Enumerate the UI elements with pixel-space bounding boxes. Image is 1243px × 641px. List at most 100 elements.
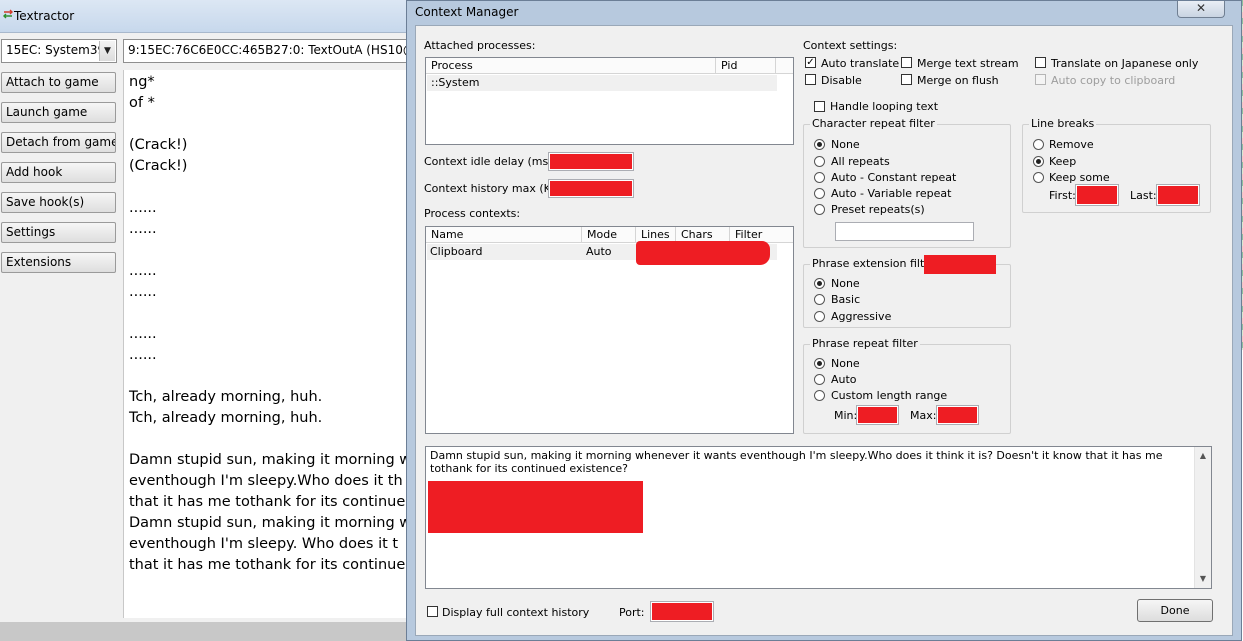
text-line: ...... [129,221,157,237]
redaction-mark [550,181,632,196]
save-hooks-button[interactable]: Save hook(s) [1,192,116,213]
char-repeat-auto-constant-radio[interactable] [814,172,825,183]
context-settings-label: Context settings: [803,39,898,52]
phrase-repeat-max-input[interactable] [936,405,979,425]
handle-looping-text-checkbox[interactable] [814,101,825,112]
context-text-box[interactable]: Damn stupid sun, making it morning whene… [425,446,1212,589]
preset-repeats-input[interactable] [835,222,974,241]
text-line [129,303,418,324]
extracted-text-area[interactable]: ng* of * (Crack!) (Crack!).................… [123,70,418,618]
text-line: (Crack!) [129,158,188,174]
translate-japanese-only-label: Translate on Japanese only [1051,57,1199,70]
phrase-ext-none-radio[interactable] [814,278,825,289]
process-list-header: Process Pid [426,58,793,74]
detach-from-game-button[interactable]: Detach from game [1,132,116,153]
attach-to-game-button[interactable]: Attach to game [1,72,116,93]
extensions-button[interactable]: Extensions [1,252,116,273]
phrase-repeat-min-label: Min: [834,409,858,422]
phrase-ext-aggressive-radio[interactable] [814,311,825,322]
text-line [129,114,418,135]
phrase-repeat-custom-radio[interactable] [814,390,825,401]
auto-copy-clipboard-checkbox[interactable] [1035,74,1046,85]
scroll-down-icon[interactable]: ▼ [1195,574,1211,583]
display-full-history-checkbox[interactable] [427,606,438,617]
translate-japanese-only-checkbox[interactable] [1035,57,1046,68]
handle-looping-text-label: Handle looping text [830,100,939,113]
text-line: Damn stupid sun, making it morning w [129,515,412,531]
launch-game-button[interactable]: Launch game [1,102,116,123]
process-contexts-label: Process contexts: [424,207,521,220]
text-line: eventhough I'm sleepy.Who does it th [129,473,403,489]
redaction-mark [550,154,632,169]
context-name: Clipboard [430,245,483,258]
settings-button[interactable]: Settings [1,222,116,243]
text-line: ng* [129,74,155,90]
add-hook-button[interactable]: Add hook [1,162,116,183]
merge-text-stream-label: Merge text stream [917,57,1019,70]
line-breaks-keep-radio[interactable] [1033,156,1044,167]
context-history-max-input[interactable] [548,179,634,198]
char-repeat-preset-label: Preset repeats(s) [831,203,925,216]
line-breaks-keep-some-radio[interactable] [1033,172,1044,183]
text-line: eventhough I'm sleepy. Who does it t [129,536,399,552]
redaction-mark [924,255,996,274]
textractor-titlebar[interactable]: Textractor [0,0,418,33]
process-row[interactable]: ::System [427,75,777,91]
line-breaks-keep-some-label: Keep some [1049,171,1110,184]
phrase-repeat-auto-label: Auto [831,373,857,386]
char-repeat-preset-radio[interactable] [814,204,825,215]
redaction-mark [938,407,977,423]
char-repeat-auto-variable-radio[interactable] [814,188,825,199]
context-idle-delay-label: Context idle delay (ms) [424,155,553,168]
column-pid[interactable]: Pid [716,58,776,74]
textractor-bottom-edge [0,622,418,641]
merge-on-flush-checkbox[interactable] [901,74,912,85]
display-full-history-label: Display full context history [442,606,590,619]
phrase-repeat-none-radio[interactable] [814,358,825,369]
phrase-repeat-min-input[interactable] [856,405,899,425]
line-breaks-keep-label: Keep [1049,155,1077,168]
line-breaks-remove-radio[interactable] [1033,139,1044,150]
chevron-down-icon[interactable]: ▼ [99,41,115,61]
phrase-extension-filter-title: Phrase extension filter [810,257,938,270]
redaction-mark [1158,186,1198,204]
line-breaks-first-input[interactable] [1075,184,1119,206]
char-repeat-auto-constant-label: Auto - Constant repeat [831,171,957,184]
thread-combo[interactable]: 9:15EC:76C6E0CC:465B27:0: TextOutA (HS10… [123,39,418,63]
redaction-mark [636,241,770,265]
attached-processes-list[interactable]: Process Pid ::System [425,57,794,145]
column-mode[interactable]: Mode [582,227,636,243]
context-manager-window: Context Manager ✕ Attached processes: Pr… [406,0,1242,641]
context-text-scrollbar[interactable]: ▲ ▼ [1194,447,1211,588]
close-button[interactable]: ✕ [1177,1,1225,18]
line-breaks-last-input[interactable] [1156,184,1200,206]
context-idle-delay-input[interactable] [548,152,634,171]
process-contexts-list[interactable]: Name Mode Lines Chars Filter Clipboard A… [425,226,794,434]
char-repeat-none-radio[interactable] [814,139,825,150]
process-combo[interactable]: 15EC: System39 ▼ [1,39,117,63]
character-repeat-filter-title: Character repeat filter [810,117,937,130]
text-line: ...... [129,284,157,300]
done-button[interactable]: Done [1137,599,1213,622]
char-repeat-all-radio[interactable] [814,156,825,167]
column-name[interactable]: Name [426,227,582,243]
merge-text-stream-checkbox[interactable] [901,57,912,68]
phrase-repeat-auto-radio[interactable] [814,374,825,385]
phrase-repeat-filter-title: Phrase repeat filter [810,337,920,350]
auto-translate-label: Auto translate [821,57,900,70]
text-line: Tch, already morning, huh. [129,410,323,426]
phrase-ext-aggressive-label: Aggressive [831,310,892,323]
char-repeat-all-label: All repeats [831,155,890,168]
column-process[interactable]: Process [426,58,716,74]
scroll-up-icon[interactable]: ▲ [1195,451,1211,460]
disable-checkbox[interactable] [805,74,816,85]
context-history-max-label: Context history max (KB) [424,182,563,195]
port-input[interactable] [650,601,714,622]
text-line: Tch, already morning, huh. [129,389,323,405]
process-combo-value: 15EC: System39 [6,43,106,57]
text-line [129,177,418,198]
phrase-ext-basic-radio[interactable] [814,294,825,305]
auto-translate-checkbox[interactable]: ✓ [805,57,816,68]
phrase-repeat-max-label: Max: [910,409,937,422]
textractor-window: Textractor 15EC: System39 ▼ 9:15EC:76C6E… [0,0,418,641]
